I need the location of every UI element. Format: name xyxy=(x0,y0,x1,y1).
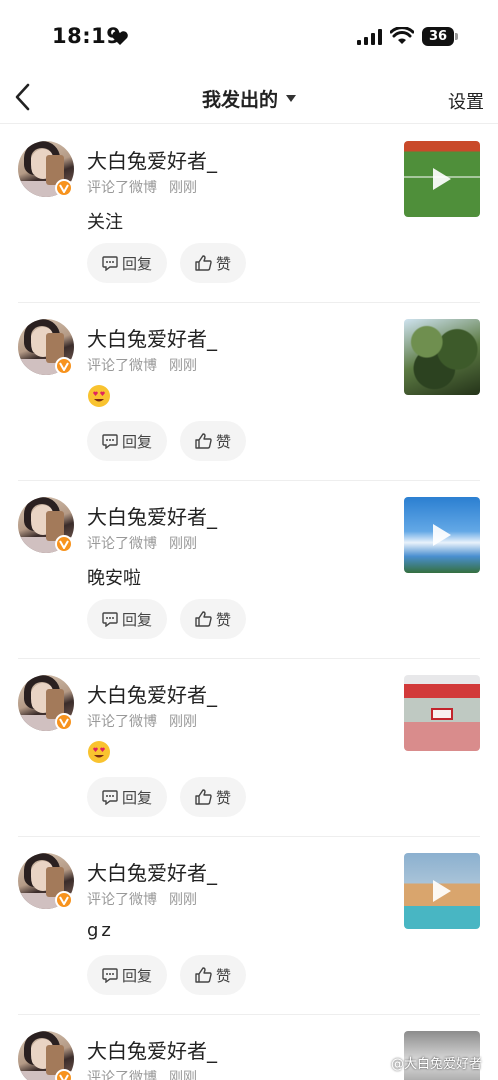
status-bar: 18:19 36 xyxy=(0,0,498,70)
verified-badge-icon xyxy=(55,1069,73,1080)
thumbs-up-icon xyxy=(195,789,212,805)
heart-icon xyxy=(112,31,128,45)
watermark-text: @大白兔爱好者 xyxy=(390,1057,482,1072)
thumbs-up-icon xyxy=(195,255,212,271)
verified-badge-icon xyxy=(55,357,73,375)
time-ago: 刚刚 xyxy=(169,1070,197,1080)
like-label: 赞 xyxy=(215,254,231,273)
wifi-icon xyxy=(390,27,414,44)
time-ago: 刚刚 xyxy=(169,892,197,908)
battery-indicator: 36 xyxy=(422,27,454,46)
list-item: 大白兔爱好者_ 评论了微博 刚刚 回复 赞 xyxy=(0,659,498,837)
comment-feed: 大白兔爱好者_ 评论了微博 刚刚 关注 回复 赞 大白兔爱好者_ 评论了微博 刚刚 … xyxy=(0,125,498,1080)
time-ago: 刚刚 xyxy=(169,180,197,196)
thumbs-up-icon xyxy=(195,611,212,627)
like-label: 赞 xyxy=(215,966,231,985)
cellular-signal-icon xyxy=(357,29,382,45)
watermark: @大白兔爱好者 xyxy=(370,1053,482,1072)
thumbs-up-icon xyxy=(195,967,212,983)
item-meta: 评论了微博 刚刚 xyxy=(87,177,197,197)
play-icon xyxy=(433,880,451,902)
action-text: 评论了微博 xyxy=(87,714,157,730)
sky-video-thumbnail[interactable] xyxy=(404,497,480,573)
reply-button[interactable]: 回复 xyxy=(87,955,167,995)
play-icon xyxy=(433,168,451,190)
reply-label: 回复 xyxy=(121,432,152,451)
item-meta: 评论了微博 刚刚 xyxy=(87,889,197,909)
comment-bubble-icon xyxy=(102,255,118,271)
comment-bubble-icon xyxy=(102,611,118,627)
like-label: 赞 xyxy=(215,432,231,451)
weibo-logo-icon xyxy=(370,1056,388,1070)
comment-bubble-icon xyxy=(102,967,118,983)
reply-label: 回复 xyxy=(121,254,152,273)
time-ago: 刚刚 xyxy=(169,536,197,552)
comment-bubble-icon xyxy=(102,433,118,449)
reply-button[interactable]: 回复 xyxy=(87,421,167,461)
time-ago: 刚刚 xyxy=(169,358,197,374)
soccer-video-thumbnail[interactable] xyxy=(404,141,480,217)
list-item: 大白兔爱好者_ 评论了微博 刚刚 关注 回复 赞 xyxy=(0,125,498,303)
like-button[interactable]: 赞 xyxy=(180,777,246,817)
like-label: 赞 xyxy=(215,610,231,629)
play-icon xyxy=(433,524,451,546)
verified-badge-icon xyxy=(55,535,73,553)
comment-text: gz xyxy=(87,920,114,941)
user-name[interactable]: 大白兔爱好者_ xyxy=(87,1035,217,1064)
beach-photo-thumbnail[interactable] xyxy=(404,675,480,751)
reply-label: 回复 xyxy=(121,610,152,629)
comment-text: 晚安啦 xyxy=(87,568,141,589)
action-text: 评论了微博 xyxy=(87,892,157,908)
item-meta: 评论了微博 刚刚 xyxy=(87,1067,197,1080)
action-text: 评论了微博 xyxy=(87,1070,157,1080)
action-text: 评论了微博 xyxy=(87,536,157,552)
item-meta: 评论了微博 刚刚 xyxy=(87,711,197,731)
item-meta: 评论了微博 刚刚 xyxy=(87,533,197,553)
comment-text: 关注 xyxy=(87,212,123,233)
tree-photo-thumbnail[interactable] xyxy=(404,319,480,395)
user-name[interactable]: 大白兔爱好者_ xyxy=(87,145,217,174)
time-ago: 刚刚 xyxy=(169,714,197,730)
heart-eyes-emoji-icon xyxy=(88,741,110,763)
reply-label: 回复 xyxy=(121,966,152,985)
action-text: 评论了微博 xyxy=(87,358,157,374)
user-name[interactable]: 大白兔爱好者_ xyxy=(87,501,217,530)
like-button[interactable]: 赞 xyxy=(180,599,246,639)
verified-badge-icon xyxy=(55,713,73,731)
user-name[interactable]: 大白兔爱好者_ xyxy=(87,857,217,886)
verified-badge-icon xyxy=(55,179,73,197)
like-button[interactable]: 赞 xyxy=(180,955,246,995)
like-button[interactable]: 赞 xyxy=(180,421,246,461)
page-title: 我发出的 xyxy=(201,89,278,111)
item-meta: 评论了微博 刚刚 xyxy=(87,355,197,375)
list-item: 大白兔爱好者_ 评论了微博 刚刚 晚安啦 回复 赞 xyxy=(0,481,498,659)
battery-cap xyxy=(455,33,458,40)
verified-badge-icon xyxy=(55,891,73,909)
desert-video-thumbnail[interactable] xyxy=(404,853,480,929)
list-item: 大白兔爱好者_ 评论了微博 刚刚 回复 赞 xyxy=(0,303,498,481)
like-button[interactable]: 赞 xyxy=(180,243,246,283)
list-item: 大白兔爱好者_ 评论了微博 刚刚 gz 回复 赞 xyxy=(0,837,498,1015)
heart-eyes-emoji-icon xyxy=(88,385,110,407)
reply-label: 回复 xyxy=(121,788,152,807)
comment-bubble-icon xyxy=(102,789,118,805)
user-name[interactable]: 大白兔爱好者_ xyxy=(87,323,217,352)
title-dropdown[interactable]: 我发出的 xyxy=(0,85,498,112)
reply-button[interactable]: 回复 xyxy=(87,243,167,283)
reply-button[interactable]: 回复 xyxy=(87,599,167,639)
nav-bar: 我发出的 设置 xyxy=(0,72,498,124)
action-text: 评论了微博 xyxy=(87,180,157,196)
user-name[interactable]: 大白兔爱好者_ xyxy=(87,679,217,708)
caret-down-icon xyxy=(286,95,296,102)
like-label: 赞 xyxy=(215,788,231,807)
thumbs-up-icon xyxy=(195,433,212,449)
settings-button[interactable]: 设置 xyxy=(448,88,484,114)
reply-button[interactable]: 回复 xyxy=(87,777,167,817)
